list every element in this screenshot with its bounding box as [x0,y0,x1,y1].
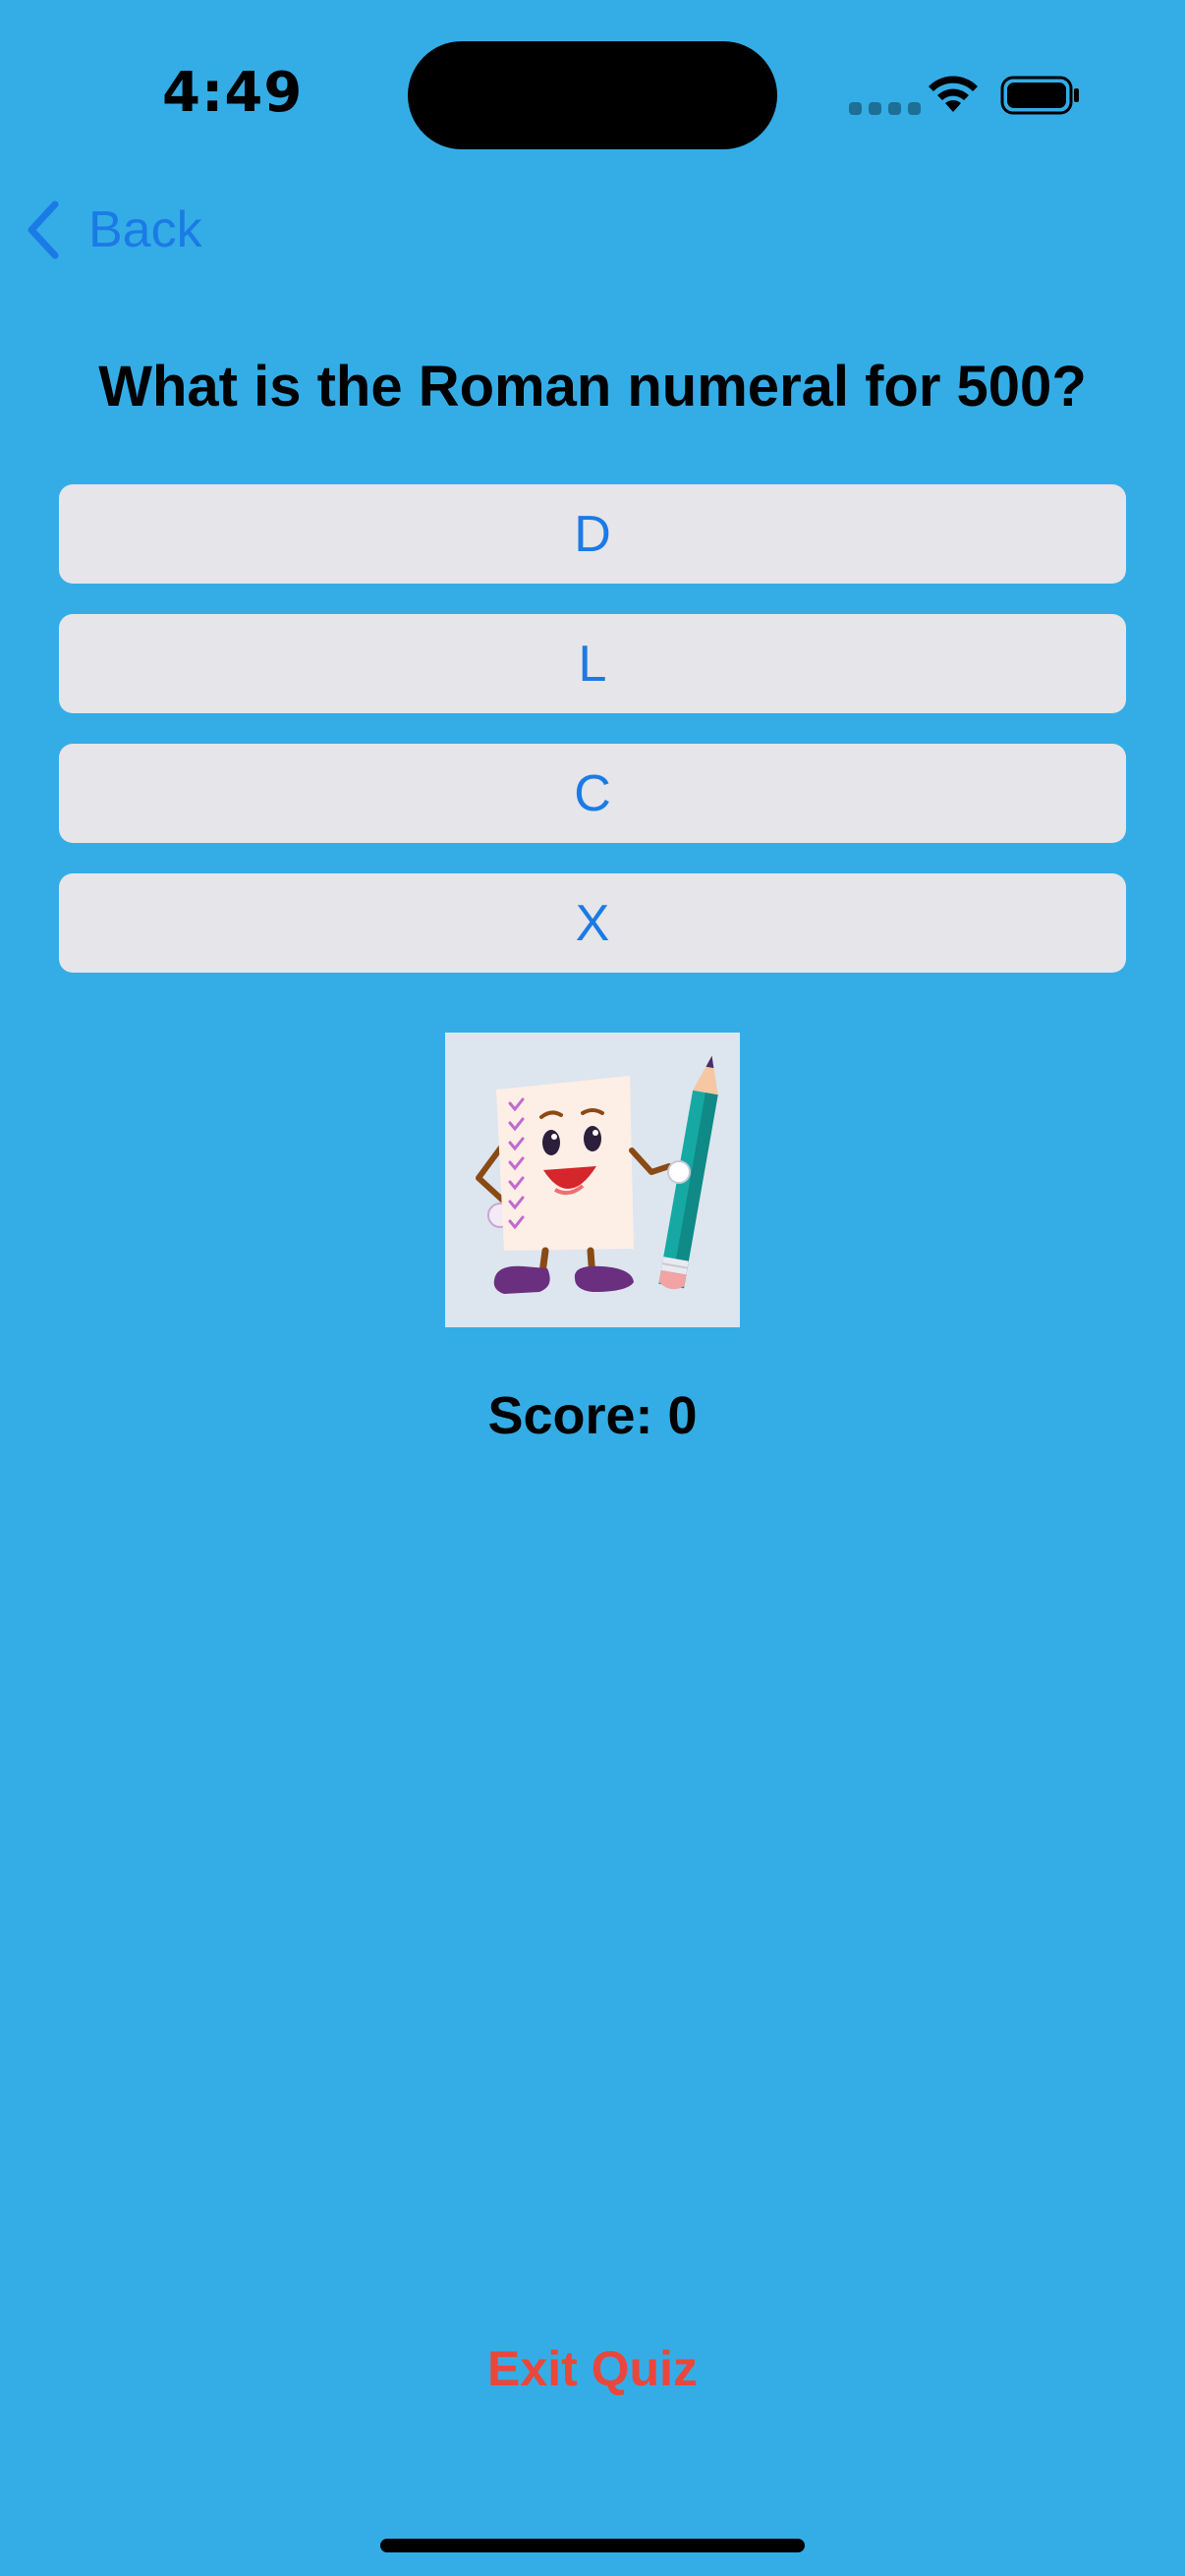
question-text: What is the Roman numeral for 500? [98,355,1087,419]
answer-button-l[interactable]: L [59,614,1126,713]
answer-button-d[interactable]: D [59,484,1126,584]
exit-quiz-button[interactable]: Exit Quiz [0,2340,1185,2397]
chevron-left-icon [28,200,59,259]
answer-list: D L C X [59,484,1126,1003]
status-time: 4:49 [162,61,304,125]
back-label: Back [88,201,202,258]
quiz-mascot-illustration [445,1033,740,1327]
answer-button-c[interactable]: C [59,744,1126,843]
cellular-signal-icon [849,102,921,115]
battery-icon [1000,76,1079,115]
home-indicator[interactable] [380,2539,805,2552]
dynamic-island [408,41,777,149]
wifi-icon [929,76,978,112]
answer-button-x[interactable]: X [59,873,1126,973]
back-button[interactable]: Back [26,198,202,261]
score-text: Score: 0 [487,1386,698,1445]
